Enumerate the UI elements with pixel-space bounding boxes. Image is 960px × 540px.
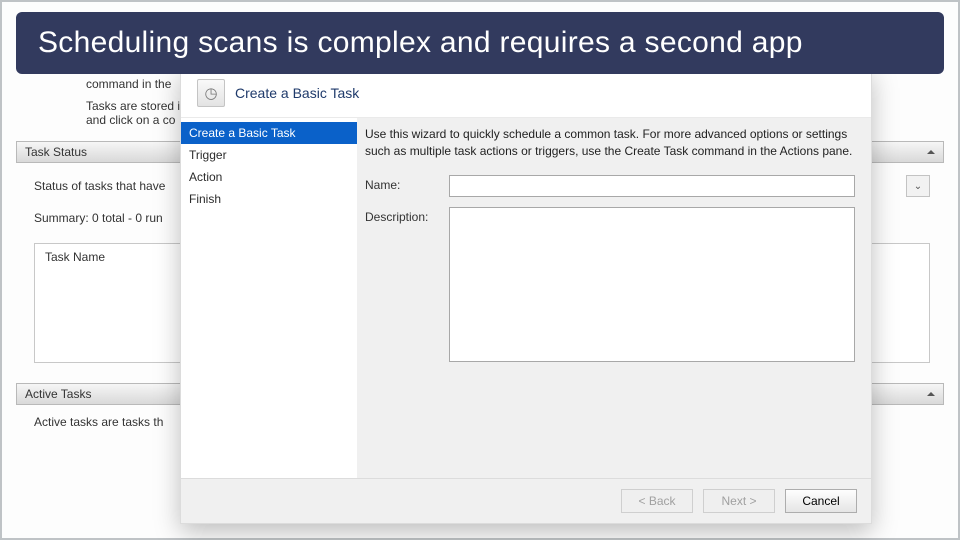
active-tasks-title: Active Tasks [25,387,91,401]
wizard-title: Create a Basic Task [235,85,359,101]
wizard-step-finish[interactable]: Finish [181,188,357,210]
back-button: < Back [621,489,693,513]
next-button: Next > [703,489,775,513]
overview-text: and click on a co [86,113,175,127]
wizard-footer: < Back Next > Cancel [181,478,871,523]
active-tasks-text: Active tasks are tasks th [34,415,163,429]
overview-text: Tasks are stored i [86,99,180,113]
name-input[interactable] [449,175,855,197]
clock-icon: ◷ [197,79,225,107]
annotation-banner: Scheduling scans is complex and requires… [16,12,944,74]
create-basic-task-wizard: ◷ Create a Basic Task Create a Basic Tas… [180,68,872,524]
wizard-step-trigger[interactable]: Trigger [181,144,357,166]
period-dropdown[interactable]: ⌄ [906,175,930,197]
description-input[interactable] [449,207,855,362]
chevron-down-icon: ⌄ [914,181,922,192]
description-label: Description: [365,207,439,224]
collapse-icon [927,392,935,396]
wizard-steps: Create a Basic Task Trigger Action Finis… [181,118,357,478]
wizard-step-action[interactable]: Action [181,166,357,188]
wizard-header: ◷ Create a Basic Task [181,69,871,118]
name-label: Name: [365,175,439,192]
task-status-title: Task Status [25,145,87,159]
wizard-info-text: Use this wizard to quickly schedule a co… [365,126,855,161]
cancel-button[interactable]: Cancel [785,489,857,513]
collapse-icon [927,150,935,154]
wizard-step-create[interactable]: Create a Basic Task [181,122,357,144]
status-text: Status of tasks that have [34,179,165,193]
wizard-content: Use this wizard to quickly schedule a co… [357,118,871,478]
